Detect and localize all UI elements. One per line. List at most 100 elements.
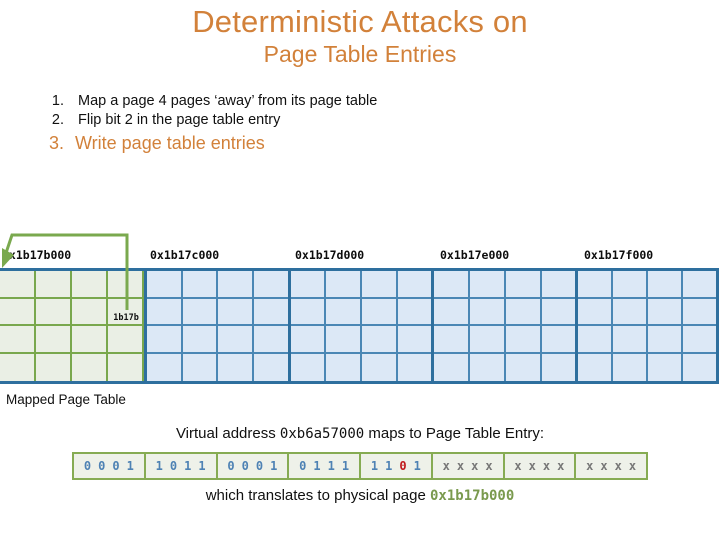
memory-cell bbox=[71, 271, 108, 299]
bit: 1 bbox=[313, 459, 321, 473]
memory-cell bbox=[290, 298, 327, 326]
memory-cell bbox=[107, 271, 144, 299]
memory-cell bbox=[648, 298, 684, 326]
list-item-label: Write page table entries bbox=[75, 133, 265, 153]
memory-cell bbox=[505, 353, 542, 381]
bit: x bbox=[628, 459, 637, 473]
bit: 1 bbox=[184, 459, 192, 473]
attack-steps-list: 1. Map a page 4 pages ‘away’ from its pa… bbox=[24, 92, 684, 156]
memory-cell bbox=[218, 326, 254, 354]
bit-group-2: 0 0 0 1 bbox=[218, 454, 290, 478]
memory-cell bbox=[470, 326, 506, 354]
memory-cell bbox=[541, 353, 576, 381]
bit: 0 bbox=[299, 459, 307, 473]
memory-cell bbox=[290, 353, 327, 381]
table-row bbox=[434, 326, 576, 354]
bit: 0 bbox=[241, 459, 249, 473]
memory-cell bbox=[35, 353, 72, 381]
table-row bbox=[434, 298, 576, 326]
memory-cell bbox=[0, 298, 36, 326]
list-item: 2. Flip bit 2 in the page table entry bbox=[24, 111, 684, 130]
memory-cell bbox=[505, 298, 542, 326]
memory-cell bbox=[107, 353, 144, 381]
page-address-label-1: 0x1b17c000 bbox=[150, 248, 220, 262]
memory-cell bbox=[505, 271, 542, 299]
page-address-label-0: 0x1b17b000 bbox=[2, 248, 72, 262]
memory-cell bbox=[326, 271, 362, 299]
memory-cell bbox=[146, 271, 183, 299]
memory-cell bbox=[683, 271, 716, 299]
table-row bbox=[578, 298, 716, 326]
page-group-page-table: 1b17b bbox=[0, 268, 144, 384]
list-item-highlighted: 3. Write page table entries bbox=[24, 130, 684, 156]
memory-cell bbox=[434, 353, 471, 381]
bit: 1 bbox=[198, 459, 206, 473]
table-row bbox=[0, 271, 144, 299]
bit: x bbox=[485, 459, 493, 473]
memory-cell bbox=[35, 298, 72, 326]
memory-cell bbox=[71, 298, 108, 326]
memory-cell bbox=[218, 353, 254, 381]
memory-cell bbox=[578, 353, 614, 381]
virtual-address-value: 0xb6a57000 bbox=[279, 426, 365, 442]
mapped-page-table-grid: 1b17b bbox=[0, 268, 719, 384]
physical-page-explanation: which translates to physical page 0x1b17… bbox=[0, 487, 720, 504]
bit: 0 bbox=[227, 459, 235, 473]
memory-cell-pte: 1b17b bbox=[107, 298, 144, 326]
memory-cell bbox=[253, 298, 288, 326]
memory-cell bbox=[290, 271, 327, 299]
table-row bbox=[578, 353, 716, 381]
page-address-label-2: 0x1b17d000 bbox=[295, 248, 365, 262]
memory-cell bbox=[648, 326, 684, 354]
memory-cell bbox=[71, 353, 108, 381]
bit: x bbox=[456, 459, 465, 473]
bit: 0 bbox=[255, 459, 264, 473]
memory-cell bbox=[362, 271, 398, 299]
memory-cell bbox=[578, 271, 614, 299]
memory-cell bbox=[362, 298, 398, 326]
bit: 1 bbox=[270, 459, 278, 473]
page-group-4 bbox=[575, 268, 719, 384]
memory-cell bbox=[613, 271, 649, 299]
bit-group-3: 0 1 1 1 bbox=[289, 454, 361, 478]
memory-cell bbox=[613, 298, 649, 326]
memory-cell bbox=[326, 298, 362, 326]
memory-cell bbox=[146, 353, 183, 381]
table-row bbox=[146, 271, 288, 299]
page-table-entry-bit-strip: 0 0 0 1 1 0 1 1 0 0 0 1 0 1 1 1 1 1 0 1 … bbox=[72, 452, 648, 480]
memory-cell bbox=[397, 326, 432, 354]
memory-cell bbox=[0, 326, 36, 354]
memory-cell bbox=[362, 326, 398, 354]
bit: 0 bbox=[98, 459, 106, 473]
bit-group-0: 0 0 0 1 bbox=[74, 454, 146, 478]
memory-cell bbox=[253, 353, 288, 381]
page-address-label-3: 0x1b17e000 bbox=[440, 248, 510, 262]
explain-line1-suffix: maps to Page Table Entry: bbox=[364, 425, 545, 442]
bit: x bbox=[586, 459, 594, 473]
slide-title-block: Deterministic Attacks on Page Table Entr… bbox=[0, 4, 720, 68]
memory-cell bbox=[218, 298, 254, 326]
memory-cell bbox=[578, 298, 614, 326]
memory-cell bbox=[218, 271, 254, 299]
memory-cell bbox=[683, 326, 716, 354]
memory-cell bbox=[182, 353, 219, 381]
pte-cell-tag: 1b17b bbox=[113, 313, 139, 323]
memory-cell bbox=[35, 326, 72, 354]
memory-cell bbox=[434, 271, 471, 299]
table-row bbox=[290, 326, 432, 354]
memory-cell bbox=[613, 326, 649, 354]
virtual-address-explanation: Virtual address 0xb6a57000 maps to Page … bbox=[0, 425, 720, 442]
memory-cell bbox=[146, 298, 183, 326]
page-group-1 bbox=[143, 268, 288, 384]
memory-cell bbox=[683, 298, 716, 326]
table-row bbox=[0, 326, 144, 354]
memory-cell bbox=[253, 326, 288, 354]
memory-cell bbox=[505, 326, 542, 354]
explain-line2-prefix: which translates to physical page bbox=[205, 487, 430, 504]
list-item-label: Flip bit 2 in the page table entry bbox=[78, 112, 281, 128]
list-item-number: 2. bbox=[51, 112, 64, 128]
memory-cell bbox=[397, 353, 432, 381]
memory-cell bbox=[683, 353, 716, 381]
bit: x bbox=[442, 459, 450, 473]
table-row bbox=[0, 353, 144, 381]
